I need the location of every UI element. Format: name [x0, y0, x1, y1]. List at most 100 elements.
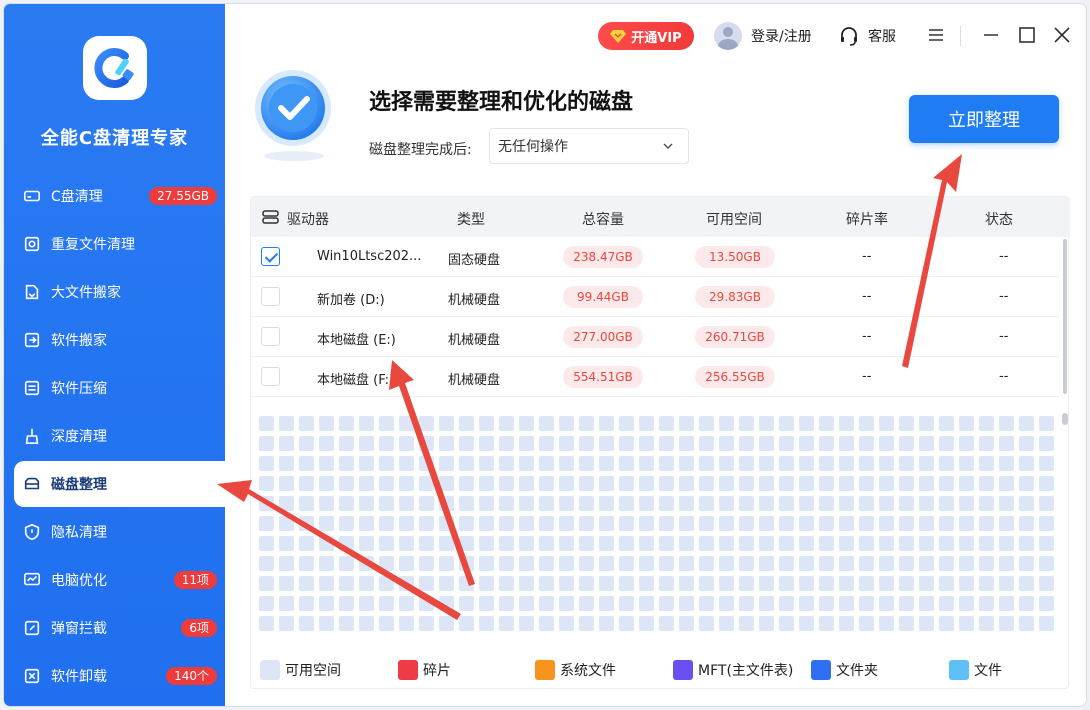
sidebar-item-optimize[interactable]: 电脑优化 11项	[4, 556, 225, 604]
cluster-block	[659, 576, 674, 591]
table-scrollbar[interactable]	[1063, 239, 1067, 394]
cluster-block	[879, 436, 894, 451]
cluster-block	[339, 496, 354, 511]
cluster-block	[319, 576, 334, 591]
cluster-block	[459, 516, 474, 531]
table-row[interactable]: 新加卷 (D:) 机械硬盘 99.44GB 29.83GB -- --	[251, 277, 1059, 317]
sidebar-item-privacy[interactable]: 隐私清理	[4, 508, 225, 556]
scroll-handle[interactable]	[1062, 413, 1068, 425]
cluster-block	[739, 536, 754, 551]
sidebar-item-uninstall[interactable]: 软件卸载 140个	[4, 652, 225, 700]
cluster-block	[839, 496, 854, 511]
cluster-block	[1039, 616, 1054, 631]
start-defrag-button[interactable]: 立即整理	[909, 95, 1059, 143]
legend: 可用空间 碎片 系统文件 MFT(主文件表) 文件夹 文件	[259, 659, 1059, 681]
sidebar-item-compress[interactable]: 软件压缩	[4, 364, 225, 412]
cluster-block	[439, 416, 454, 431]
cluster-block	[499, 616, 514, 631]
vip-button[interactable]: 开通VIP	[598, 22, 694, 50]
cluster-block	[979, 556, 994, 571]
drive-checkbox[interactable]	[261, 367, 280, 386]
cluster-block	[999, 496, 1014, 511]
cluster-block	[599, 576, 614, 591]
cluster-block	[999, 616, 1014, 631]
cluster-block	[879, 456, 894, 471]
cluster-block	[659, 556, 674, 571]
sidebar-item-popup-block[interactable]: 弹窗拦截 6项	[4, 604, 225, 652]
cluster-block	[899, 476, 914, 491]
cluster-block	[959, 616, 974, 631]
cluster-block	[299, 576, 314, 591]
cluster-block	[539, 476, 554, 491]
cluster-block	[1019, 596, 1034, 611]
header-drive: 驱动器	[287, 212, 329, 228]
cluster-block	[379, 456, 394, 471]
sidebar-item-move-app[interactable]: 软件搬家	[4, 316, 225, 364]
cluster-block	[779, 516, 794, 531]
cluster-block	[679, 436, 694, 451]
header-total: 总容量	[582, 212, 624, 228]
sidebar-item-c-clean[interactable]: C盘清理 27.55GB	[4, 172, 225, 220]
cluster-block	[859, 496, 874, 511]
cluster-block	[279, 436, 294, 451]
cluster-block	[259, 456, 274, 471]
cluster-block	[479, 416, 494, 431]
sidebar-item-label: 大文件搬家	[51, 285, 121, 301]
drive-checkbox[interactable]	[261, 247, 280, 266]
cluster-block	[419, 456, 434, 471]
cluster-block	[1019, 536, 1034, 551]
sidebar-item-large-file[interactable]: 大文件搬家	[4, 268, 225, 316]
drive-checkbox[interactable]	[261, 327, 280, 346]
cluster-block	[1019, 496, 1034, 511]
cluster-block	[399, 556, 414, 571]
cluster-block	[819, 596, 834, 611]
cluster-block	[879, 556, 894, 571]
avatar	[714, 22, 742, 50]
cluster-block	[359, 516, 374, 531]
cluster-block	[319, 536, 334, 551]
service-button[interactable]: 客服	[838, 20, 896, 52]
drive-checkbox[interactable]	[261, 287, 280, 306]
legend-label: MFT(主文件表)	[698, 663, 794, 679]
drive-name: 新加卷 (D:)	[317, 293, 385, 308]
cluster-block	[319, 496, 334, 511]
login-button[interactable]: 登录/注册	[714, 20, 812, 52]
cluster-block	[899, 576, 914, 591]
cluster-block	[479, 436, 494, 451]
cluster-block	[999, 476, 1014, 491]
legend-swatch-folder	[811, 660, 831, 680]
cluster-block	[979, 576, 994, 591]
cluster-block	[999, 456, 1014, 471]
maximize-icon	[1019, 27, 1035, 43]
cluster-block	[799, 496, 814, 511]
legend-swatch-fragment	[398, 660, 418, 680]
close-button[interactable]	[1051, 24, 1073, 46]
table-row[interactable]: 本地磁盘 (E:) 机械硬盘 277.00GB 260.71GB -- --	[251, 317, 1059, 357]
legend-label: 文件夹	[836, 663, 878, 679]
cluster-block	[819, 436, 834, 451]
after-complete-select[interactable]: 无任何操作	[489, 128, 689, 164]
cluster-block	[379, 536, 394, 551]
menu-button[interactable]	[925, 24, 947, 46]
cluster-block	[899, 556, 914, 571]
disk-icon	[22, 474, 42, 494]
count-badge: 6项	[181, 619, 217, 637]
cluster-block	[499, 516, 514, 531]
cluster-block	[899, 516, 914, 531]
sidebar-item-deep-clean[interactable]: 深度清理	[4, 412, 225, 460]
cluster-block	[539, 596, 554, 611]
sidebar-item-disk-defrag[interactable]: 磁盘整理	[14, 461, 225, 507]
sidebar-item-duplicate[interactable]: 重复文件清理	[4, 220, 225, 268]
cluster-block	[919, 436, 934, 451]
cluster-block	[359, 616, 374, 631]
cluster-block	[399, 536, 414, 551]
cluster-block	[519, 436, 534, 451]
minimize-button[interactable]	[980, 24, 1002, 46]
table-row[interactable]: 本地磁盘 (F:) 机械硬盘 554.51GB 256.55GB -- --	[251, 357, 1059, 397]
maximize-button[interactable]	[1016, 24, 1038, 46]
table-row[interactable]: Win10Ltsc202... 固态硬盘 238.47GB 13.50GB --…	[251, 237, 1059, 277]
cluster-block	[439, 596, 454, 611]
cluster-block	[259, 576, 274, 591]
cluster-block	[579, 516, 594, 531]
cluster-block	[739, 436, 754, 451]
